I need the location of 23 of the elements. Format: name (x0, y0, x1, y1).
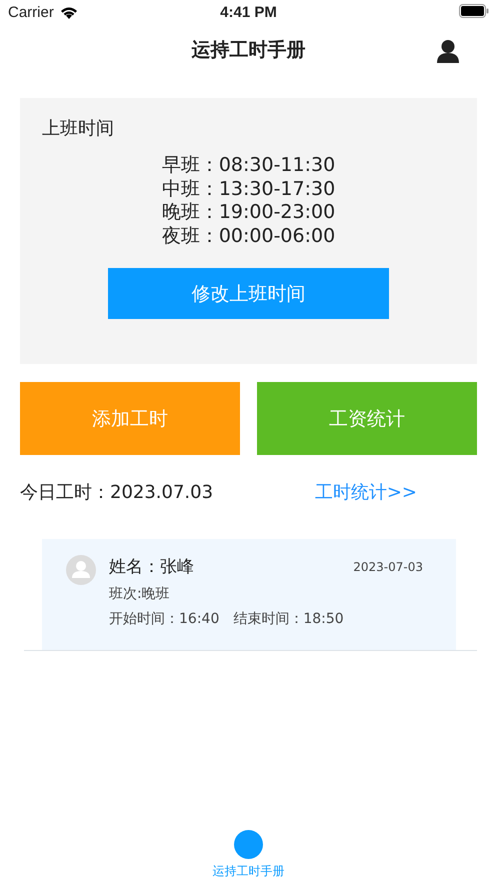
action-button[interactable]: 工资统计 (257, 382, 477, 455)
statistics-link[interactable]: 工时统计>> (314, 480, 417, 504)
clock-time: 4:41 PM (220, 4, 277, 21)
record-date: 2023-07-03 (353, 560, 423, 574)
screen-title: 运持工时手册 (192, 38, 306, 63)
time-range: 开始时间：16:40 结束时间：18:50 (109, 610, 345, 628)
edit-time-button[interactable]: 修改上班时间 (108, 268, 389, 319)
shift-time: 夜班：00:00-06:00 (162, 224, 336, 248)
shift-time: 早班：08:30-11:30 (162, 154, 336, 178)
record-card[interactable]: 姓名：张峰 2023-07-03 班次:晚班 开始时间：16:40 结束时间：18:50 (42, 539, 456, 650)
today-label: 今日工时：2023.07.03 (20, 481, 214, 504)
carrier-label: Carrier (8, 4, 54, 21)
wifi-icon (60, 6, 78, 19)
avatar-icon (66, 555, 96, 585)
shift-label: 班次:晚班 (109, 585, 171, 603)
employee-name: 姓名：张峰 (109, 556, 194, 578)
user-icon[interactable] (436, 39, 460, 63)
shift-time: 中班：13:30-17:30 (162, 178, 336, 201)
battery-icon (459, 4, 489, 18)
tab-item[interactable]: 运持工时手册 (212, 830, 284, 880)
card-title: 上班时间 (42, 117, 115, 140)
action-button[interactable]: 添加工时 (20, 382, 240, 455)
shift-time: 晚班：19:00-23:00 (162, 201, 336, 224)
